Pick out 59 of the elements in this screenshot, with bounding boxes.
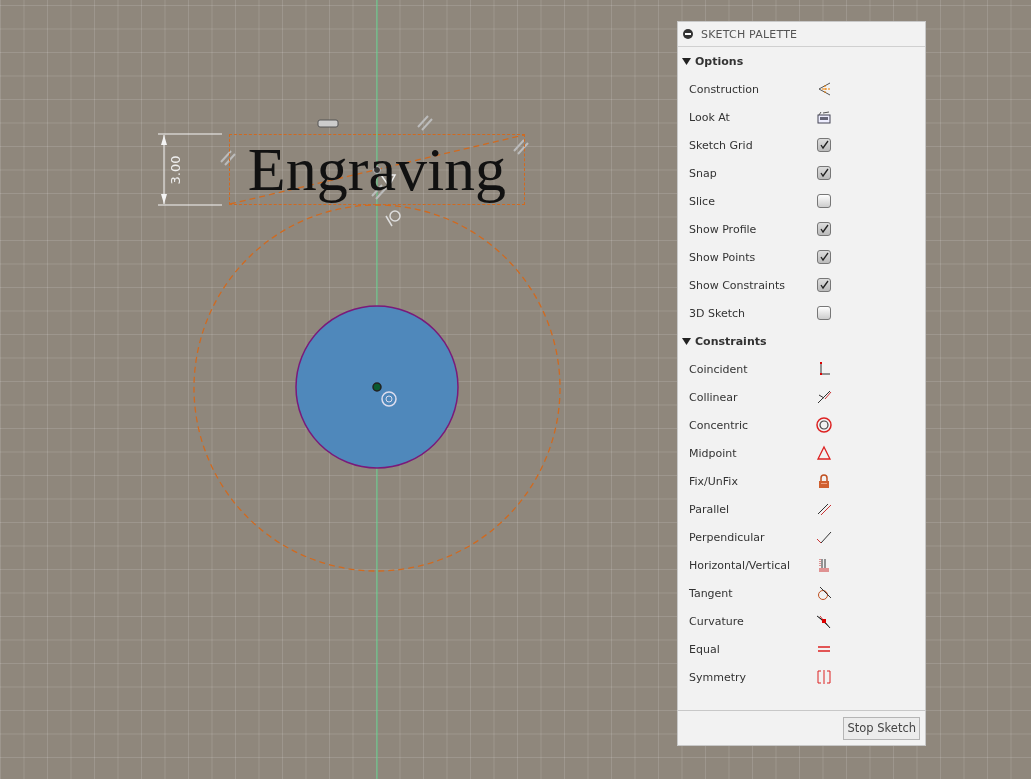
option-label: Show Points (689, 250, 757, 264)
option-label: Fix/UnFix (689, 474, 739, 488)
checkbox[interactable] (817, 306, 831, 320)
horizontal-vertical-icon (816, 557, 832, 573)
parallel-icon (816, 501, 832, 517)
parallel-constraint-icon (513, 139, 529, 155)
parallel-constraint-icon (220, 150, 236, 166)
option-label: Coincident (689, 362, 749, 376)
center-point-icon (372, 382, 382, 392)
collinear-icon (816, 389, 832, 405)
checkbox[interactable] (817, 278, 831, 292)
triangle-icon (682, 56, 691, 66)
option-label: Slice (689, 194, 716, 208)
concentric-icon (816, 417, 832, 433)
option-label: Collinear (689, 390, 739, 404)
option-label: Sketch Grid (689, 138, 754, 152)
tool-button[interactable] (815, 108, 833, 126)
checkbox[interactable] (817, 138, 831, 152)
section-header[interactable]: Options (678, 47, 925, 75)
option-label: Concentric (689, 418, 750, 432)
checkbox[interactable] (817, 222, 831, 236)
option-label: Perpendicular (689, 530, 766, 544)
palette-title: SKETCH PALETTE (701, 27, 798, 41)
section-header[interactable]: Constraints (678, 327, 925, 355)
tool-button[interactable] (815, 388, 833, 406)
tool-button[interactable] (815, 584, 833, 602)
perpendicular-icon (816, 529, 832, 545)
camera-icon (816, 109, 832, 125)
checkbox[interactable] (817, 250, 831, 264)
option-label: Midpoint (689, 446, 738, 460)
option-label: Tangent (689, 586, 734, 600)
collapse-icon[interactable] (683, 29, 693, 39)
symmetry-icon (816, 669, 832, 685)
tool-button[interactable] (815, 416, 833, 434)
option-label: Parallel (689, 502, 731, 516)
triangle-icon (682, 336, 691, 346)
construction-icon (816, 81, 832, 97)
option-label: Show Profile (689, 222, 758, 236)
option-label: Symmetry (689, 670, 748, 684)
option-label: Snap (689, 166, 718, 180)
horizontal-constraint-icon (317, 119, 339, 128)
option-label: Construction (689, 82, 761, 96)
option-label: Equal (689, 642, 721, 656)
option-label: 3D Sketch (689, 306, 747, 320)
tangent-constraint-icon (385, 210, 401, 227)
triangle-icon (816, 445, 832, 461)
checkbox[interactable] (817, 194, 831, 208)
option-label: Look At (689, 110, 731, 124)
concentric-icon (381, 391, 397, 407)
checkbox[interactable] (817, 166, 831, 180)
option-label: Curvature (689, 614, 745, 628)
parallel-constraint-icon (417, 115, 433, 131)
dimension-value: 3.00 (168, 155, 183, 185)
stop-sketch-button[interactable]: Stop Sketch (843, 716, 920, 740)
tangent-icon (816, 585, 832, 601)
option-label: Show Constraints (689, 278, 786, 292)
option-label: Horizontal/Vertical (689, 558, 792, 572)
curvature-icon (816, 613, 832, 629)
lock-icon (816, 473, 832, 489)
